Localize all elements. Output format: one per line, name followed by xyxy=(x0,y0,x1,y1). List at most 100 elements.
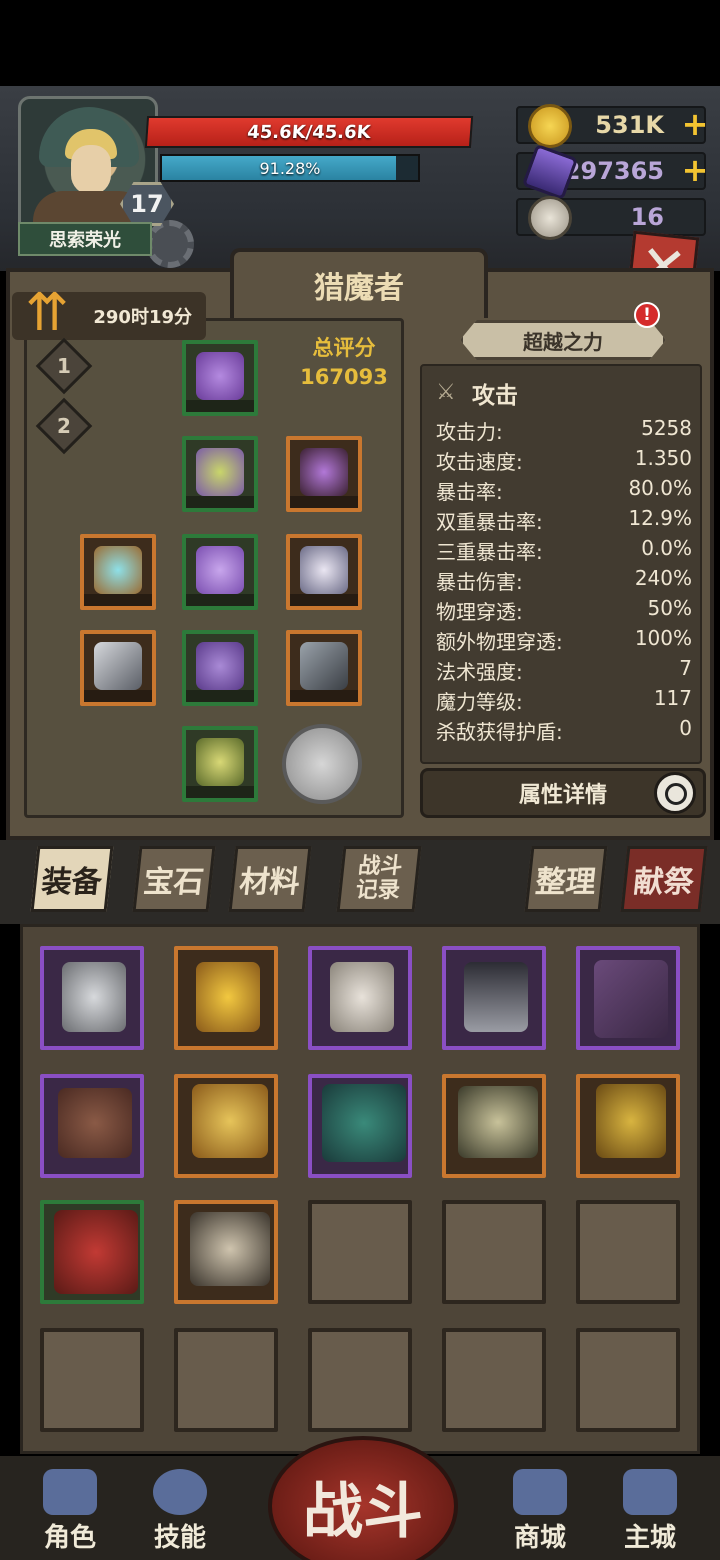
inventory-empty-slot[interactable] xyxy=(308,1328,412,1432)
inventory-item-sun-amulet[interactable] xyxy=(174,946,278,1050)
stat-label: 双重暴击率: xyxy=(436,510,543,534)
skirt-icon xyxy=(196,642,244,690)
inventory-empty-slot[interactable] xyxy=(442,1200,546,1304)
slot-level-bar xyxy=(84,690,152,702)
stat-value: 1.350 xyxy=(634,446,692,470)
tab-gems[interactable]: 宝石 xyxy=(132,846,216,912)
inventory-item-gold-armor[interactable] xyxy=(174,1074,278,1178)
stats-panel[interactable]: ⚔ 攻击 攻击力: 5258 攻击速度: 1.350 暴击率: 80.0% 双重暴击率: 12… xyxy=(420,364,702,764)
gold-armor-icon xyxy=(192,1084,268,1158)
equip-slot-axe[interactable] xyxy=(286,630,362,706)
stat-label: 魔力等级: xyxy=(436,690,523,714)
vine-boots-icon xyxy=(196,738,244,786)
tab-materials[interactable]: 材料 xyxy=(228,846,312,912)
equip-slot-offhand[interactable] xyxy=(286,436,362,512)
equip-slot-amulet[interactable] xyxy=(286,534,362,610)
inventory-item-gold-helm[interactable] xyxy=(576,1074,680,1178)
inventory-item-leather-boots[interactable] xyxy=(40,1074,144,1178)
super-power-button[interactable]: 超越之力 xyxy=(460,320,666,360)
stat-row: 攻击力: 5258 xyxy=(436,416,692,446)
equip-slot-ring[interactable] xyxy=(80,534,156,610)
slot-level-bar xyxy=(186,690,254,702)
stat-value: 80.0% xyxy=(628,476,692,500)
axe-icon xyxy=(300,642,348,690)
nav-skills[interactable]: 技能 xyxy=(140,1462,220,1554)
crossed-swords-icon: ⚔ xyxy=(436,380,456,405)
helmet-icon xyxy=(43,1469,97,1515)
nav-city[interactable]: 主城 xyxy=(610,1462,690,1554)
total-score-value: 167093 xyxy=(300,365,388,389)
nav-shop[interactable]: 商城 xyxy=(500,1462,580,1554)
gold-amount: 531K xyxy=(595,111,664,139)
serpent-daggers-icon xyxy=(458,1086,538,1158)
nav-shop-label: 商城 xyxy=(513,1523,566,1553)
sacrifice-button[interactable]: 献祭 xyxy=(620,846,708,912)
slot-level-bar xyxy=(290,594,358,606)
total-score-label: 总评分 xyxy=(312,336,376,360)
claw-icon xyxy=(300,448,348,496)
inventory-item-plate-legs[interactable] xyxy=(442,946,546,1050)
nav-character-label: 角色 xyxy=(43,1523,96,1553)
torn-pants-icon xyxy=(330,962,394,1032)
inventory-empty-slot[interactable] xyxy=(576,1328,680,1432)
tab-battle-log[interactable]: 战斗记录 xyxy=(336,846,422,912)
equip-slot-weapon[interactable] xyxy=(80,630,156,706)
equip-slot-boots[interactable] xyxy=(182,726,258,802)
player-name: 思索荣光 xyxy=(18,222,152,256)
gloves-icon xyxy=(196,546,244,594)
inventory-item-serpent-daggers[interactable] xyxy=(442,1074,546,1178)
stat-label: 物理穿透: xyxy=(436,600,523,624)
stat-value: 117 xyxy=(653,686,692,710)
nav-character[interactable]: 角色 xyxy=(30,1462,110,1554)
crystal-amount: 297365 xyxy=(563,157,664,185)
stat-row: 魔力等级: 117 xyxy=(436,686,692,716)
inventory-item-skull-blades[interactable] xyxy=(174,1200,278,1304)
alert-icon: ! xyxy=(634,302,660,328)
ring-icon xyxy=(94,546,142,594)
hp-text: 45.6K/45.6K xyxy=(246,121,372,143)
skull-amount: 16 xyxy=(630,203,664,231)
stat-label: 法术强度: xyxy=(436,660,523,684)
magnifier-icon[interactable] xyxy=(654,772,696,814)
add-gold-button[interactable]: + xyxy=(680,108,710,140)
tab-equipment[interactable]: 装备 xyxy=(30,846,114,912)
battle-button[interactable]: 战斗 xyxy=(268,1436,458,1560)
inventory-item-tome[interactable] xyxy=(576,946,680,1050)
inventory-item-bloody-pants[interactable] xyxy=(308,946,412,1050)
equip-slot-gloves[interactable] xyxy=(182,534,258,610)
sun-amulet-icon xyxy=(196,962,260,1032)
stat-label: 攻击速度: xyxy=(436,450,523,474)
slot-level-bar xyxy=(290,496,358,508)
equip-slot-chest[interactable] xyxy=(182,436,258,512)
inventory-empty-slot[interactable] xyxy=(576,1200,680,1304)
slot-level-bar xyxy=(290,690,358,702)
equip-slot-legs[interactable] xyxy=(182,630,258,706)
add-crystal-button[interactable]: + xyxy=(680,154,710,186)
stat-row: 双重暴击率: 12.9% xyxy=(436,506,692,536)
stat-label: 暴击率: xyxy=(436,480,503,504)
amulet-icon xyxy=(300,546,348,594)
inventory-item-knight-helm[interactable] xyxy=(40,946,144,1050)
equip-slot-head[interactable] xyxy=(182,340,258,416)
inventory-item-cross-blades[interactable] xyxy=(308,1074,412,1178)
stat-label: 三重暴击率: xyxy=(436,540,543,564)
stat-label: 额外物理穿透: xyxy=(436,630,563,654)
tier-2-label: 2 xyxy=(57,414,71,438)
inventory-empty-slot[interactable] xyxy=(174,1328,278,1432)
slot-level-bar xyxy=(186,400,254,412)
avatar-face xyxy=(71,145,111,195)
stat-value: 12.9% xyxy=(628,506,692,530)
stat-value: 240% xyxy=(634,566,692,590)
rank-up-arrows-icon[interactable]: ⇈ xyxy=(14,280,80,346)
swirl-icon xyxy=(153,1469,207,1515)
inventory-empty-slot[interactable] xyxy=(40,1328,144,1432)
inventory-empty-slot[interactable] xyxy=(308,1200,412,1304)
stat-row: 暴击率: 80.0% xyxy=(436,476,692,506)
sort-button[interactable]: 整理 xyxy=(524,846,608,912)
stat-row: 物理穿透: 50% xyxy=(436,596,692,626)
wax-seal-slot-icon[interactable] xyxy=(282,724,362,804)
settings-gear-icon[interactable] xyxy=(146,220,194,268)
stat-row: 额外物理穿透: 100% xyxy=(436,626,692,656)
inventory-empty-slot[interactable] xyxy=(442,1328,546,1432)
inventory-item-demon-mask[interactable] xyxy=(40,1200,144,1304)
